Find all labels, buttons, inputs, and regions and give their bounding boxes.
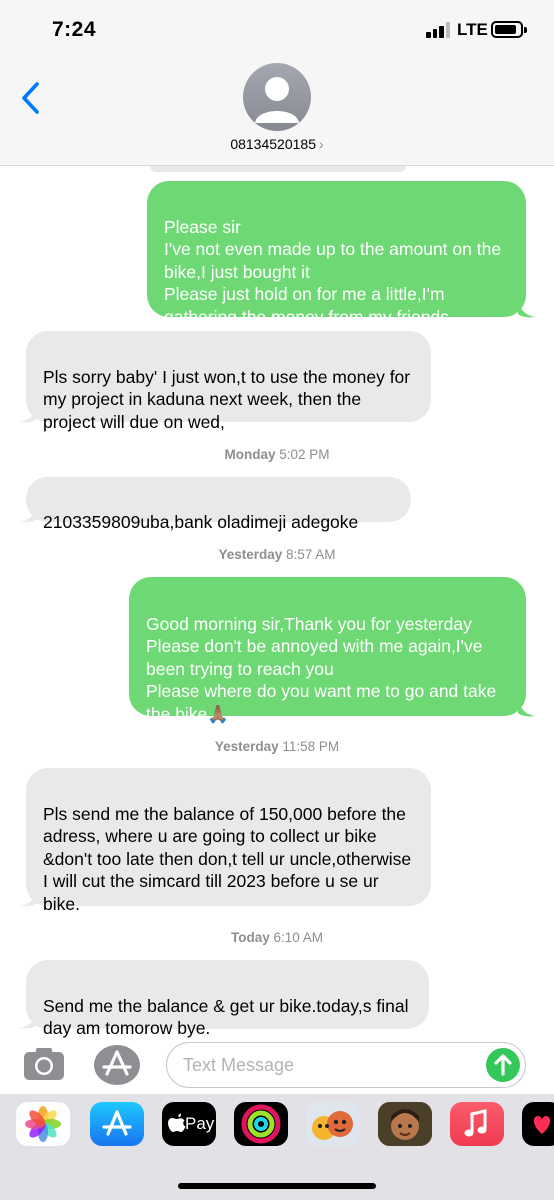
apple-pay-label: Pay <box>185 1114 215 1133</box>
home-indicator <box>178 1183 376 1189</box>
bubble-tail <box>19 1011 37 1029</box>
animoji-app-button[interactable] <box>306 1102 360 1146</box>
bubble-tail <box>518 699 536 717</box>
timestamp: Yesterday 11:58 PM <box>214 739 340 754</box>
message-bubble-incoming[interactable]: Pls sorry baby' I just won,t to use the … <box>26 331 431 432</box>
bubble-tail <box>19 889 37 907</box>
photos-icon <box>25 1106 61 1142</box>
app-store-icon <box>102 1050 132 1076</box>
message-text: Good morning sir,Thank you for yesterday… <box>146 613 497 724</box>
message-bubble-partial <box>150 166 406 172</box>
apple-pay-app-button[interactable]: Pay <box>162 1102 216 1146</box>
message-text: Please sir I've not even made up to the … <box>164 216 502 327</box>
digital-touch-app-button[interactable] <box>522 1102 554 1146</box>
timestamp: Monday 5:02 PM <box>224 447 330 462</box>
apple-pay-icon <box>168 1113 186 1132</box>
message-text: 2103359809uba,bank oladimeji adegoke <box>43 511 359 532</box>
person-icon <box>255 77 299 123</box>
message-input-container[interactable] <box>166 1042 526 1088</box>
memoji-icon <box>378 1102 432 1146</box>
message-bubble-incoming[interactable]: 2103359809uba,bank oladimeji adegoke <box>26 477 411 532</box>
music-app-button[interactable] <box>450 1102 504 1146</box>
network-type: LTE <box>457 20 488 39</box>
activity-icon <box>241 1104 281 1144</box>
arrow-up-icon <box>494 1054 512 1076</box>
apps-button[interactable] <box>94 1045 140 1085</box>
camera-icon <box>24 1048 64 1080</box>
contact-name-button[interactable]: 08134520185 › <box>0 136 554 152</box>
cellular-signal-icon <box>426 22 452 38</box>
message-bubble-incoming[interactable]: Send me the balance & get ur bike.today,… <box>26 960 429 1038</box>
message-text: Pls send me the balance of 150,000 befor… <box>43 803 412 914</box>
contact-name: 08134520185 <box>230 136 316 152</box>
message-bubble-incoming[interactable]: Pls send me the balance of 150,000 befor… <box>26 768 431 914</box>
digital-touch-icon <box>533 1116 551 1134</box>
message-input[interactable] <box>183 1051 483 1079</box>
conversation-header: 7:24 LTE 08134520185 › <box>0 0 554 166</box>
status-time: 7:24 <box>52 18 97 41</box>
timestamp: Today 6:10 AM <box>230 930 324 945</box>
message-bubble-outgoing[interactable]: Please sir I've not even made up to the … <box>147 181 526 327</box>
back-button[interactable] <box>16 78 48 118</box>
message-text: Pls sorry baby' I just won,t to use the … <box>43 366 411 432</box>
bubble-tail <box>518 300 536 318</box>
app-store-app-button[interactable] <box>90 1102 144 1146</box>
activity-app-button[interactable] <box>234 1102 288 1146</box>
message-text: Send me the balance & get ur bike.today,… <box>43 995 409 1039</box>
music-icon <box>464 1109 487 1137</box>
contact-avatar[interactable] <box>243 63 311 131</box>
bubble-tail <box>19 405 37 423</box>
chevron-left-icon <box>22 82 39 114</box>
send-button[interactable] <box>486 1048 520 1082</box>
animoji-icon <box>312 1111 353 1140</box>
bubble-tail <box>19 505 37 523</box>
battery-icon <box>491 21 527 38</box>
app-store-icon <box>102 1110 132 1136</box>
photos-app-button[interactable] <box>16 1102 70 1146</box>
message-bubble-outgoing[interactable]: Good morning sir,Thank you for yesterday… <box>129 577 526 724</box>
timestamp: Yesterday 8:57 AM <box>218 547 336 562</box>
chevron-right-icon: › <box>318 136 324 152</box>
memoji-app-button[interactable] <box>378 1102 432 1146</box>
camera-button[interactable] <box>22 1046 66 1082</box>
